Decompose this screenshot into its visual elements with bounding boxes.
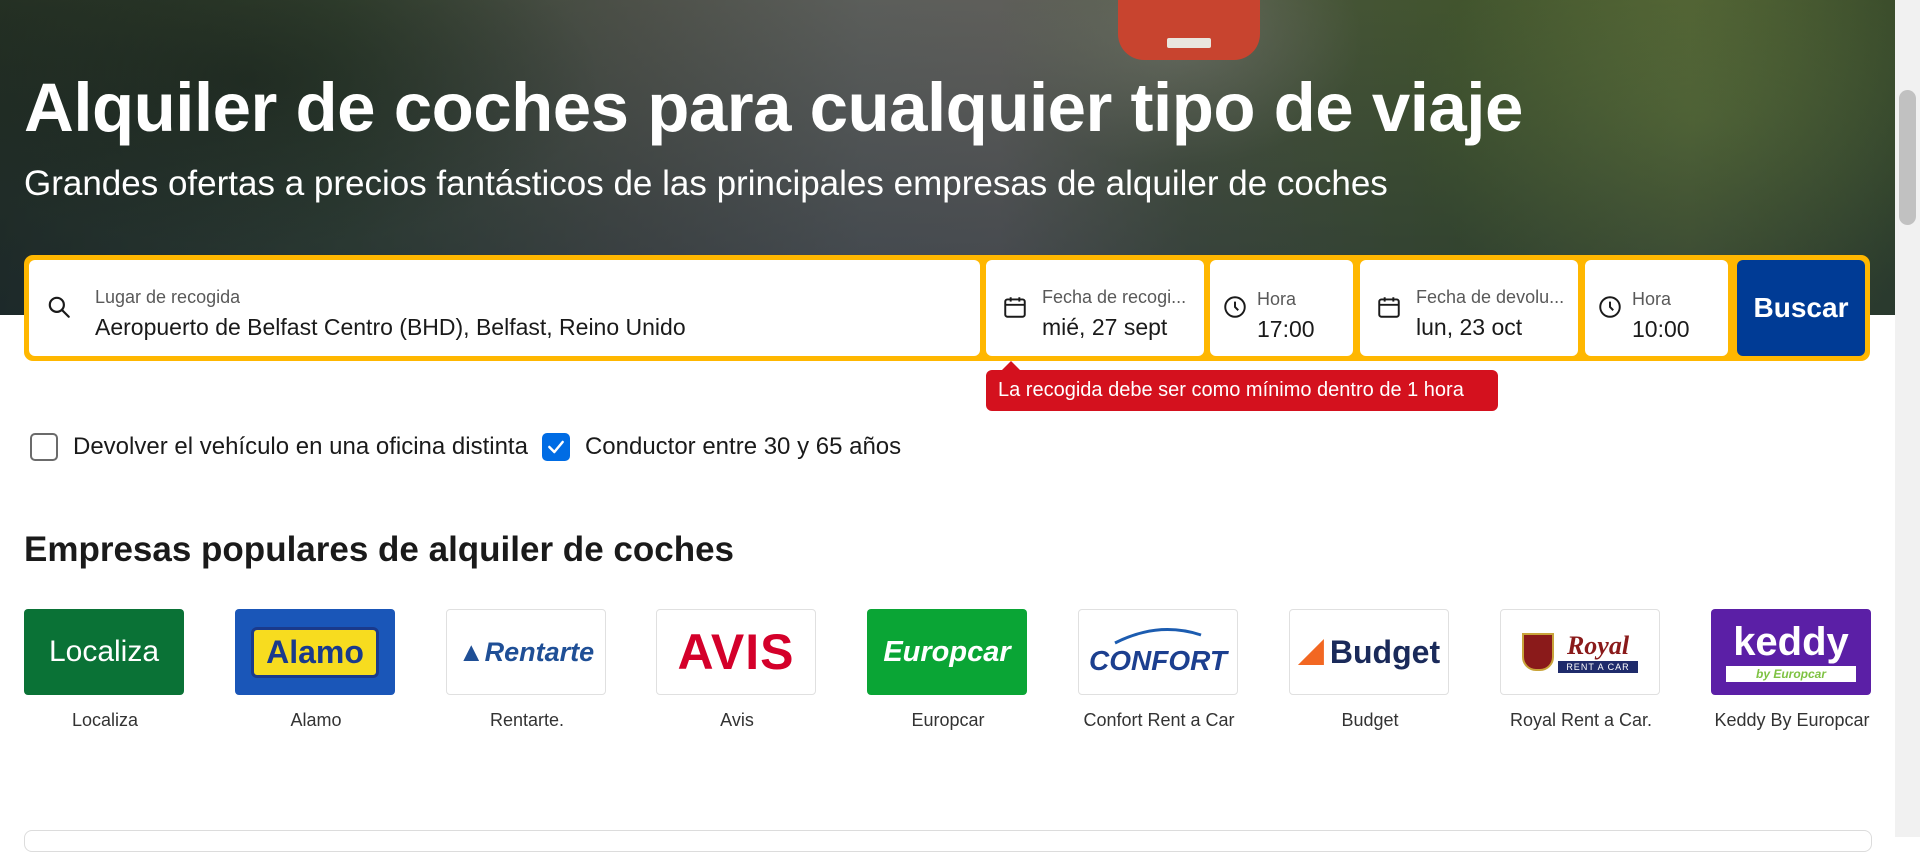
- brand-card-europcar[interactable]: Europcar Europcar: [867, 609, 1029, 731]
- keddy-logo: keddy by Europcar: [1711, 609, 1871, 695]
- checkmark-icon: [548, 440, 564, 454]
- brand-name: Alamo: [290, 710, 342, 730]
- brand-name: Royal Rent a Car.: [1509, 710, 1653, 730]
- search-bar: Lugar de recogida Aeropuerto de Belfast …: [24, 255, 1870, 361]
- driver-age-checkbox[interactable]: [541, 433, 570, 461]
- clock-icon: [1224, 296, 1246, 318]
- brand-name: Localiza: [71, 710, 139, 730]
- page-scrollbar[interactable]: [1895, 0, 1920, 837]
- brand-card-confort[interactable]: CONFORT Confort Rent a Car: [1078, 609, 1240, 731]
- return-time-field[interactable]: Hora 10:00: [1585, 260, 1728, 356]
- pickup-location-label: Lugar de recogida: [95, 287, 241, 307]
- brand-card-localiza[interactable]: Localiza Localiza: [24, 609, 186, 731]
- pickup-time-label: Hora: [1257, 289, 1297, 309]
- brand-name: Avis: [720, 710, 754, 730]
- pickup-date-label: Fecha de recogi...: [1042, 287, 1187, 307]
- pickup-time-field[interactable]: Hora 17:00: [1210, 260, 1353, 356]
- calendar-icon: [1004, 297, 1026, 318]
- avis-logo: AVIS: [656, 609, 816, 695]
- royal-logo: Royal RENT A CAR: [1500, 609, 1660, 695]
- brand-name: Europcar: [911, 710, 985, 730]
- clock-icon: [1599, 296, 1621, 318]
- pickup-time-value[interactable]: 17:00: [1257, 316, 1315, 343]
- return-time-label: Hora: [1632, 289, 1672, 309]
- pickup-date-field[interactable]: Fecha de recogi... mié, 27 sept: [986, 260, 1204, 356]
- confort-swoosh-icon: [1114, 628, 1202, 645]
- return-time-value[interactable]: 10:00: [1632, 316, 1690, 343]
- brand-card-budget[interactable]: Budget Budget: [1289, 609, 1451, 731]
- different-return-checkbox[interactable]: [30, 433, 58, 461]
- pickup-location-field[interactable]: Lugar de recogida Aeropuerto de Belfast …: [29, 260, 980, 356]
- scrollbar-thumb[interactable]: [1899, 90, 1916, 225]
- search-options: Devolver el vehículo en una oficina dist…: [30, 433, 901, 461]
- brand-name: Budget: [1341, 710, 1399, 730]
- page-title: Alquiler de coches para cualquier tipo d…: [24, 69, 1523, 146]
- pickup-error-tooltip: La recogida debe ser como mínimo dentro …: [986, 361, 1498, 411]
- brands-section-title: Empresas populares de alquiler de coches: [24, 530, 734, 569]
- calendar-icon: [1378, 297, 1400, 318]
- pickup-location-value[interactable]: Aeropuerto de Belfast Centro (BHD), Belf…: [95, 314, 686, 341]
- driver-age-label[interactable]: Conductor entre 30 y 65 años: [585, 433, 901, 461]
- confort-logo: CONFORT: [1078, 609, 1238, 695]
- different-return-label[interactable]: Devolver el vehículo en una oficina dist…: [73, 433, 528, 461]
- localiza-logo: Localiza: [24, 609, 184, 695]
- budget-logo: Budget: [1289, 609, 1449, 695]
- pickup-date-value[interactable]: mié, 27 sept: [1042, 314, 1167, 341]
- brand-card-keddy[interactable]: keddy by Europcar Keddy By Europcar: [1711, 609, 1873, 731]
- return-date-value[interactable]: lun, 23 oct: [1416, 314, 1522, 341]
- alamo-logo: Alamo: [235, 609, 395, 695]
- brand-name: Keddy By Europcar: [1714, 710, 1870, 730]
- rentarte-logo: ▲Rentarte: [446, 609, 606, 695]
- brand-card-alamo[interactable]: Alamo Alamo: [235, 609, 397, 731]
- return-date-field[interactable]: Fecha de devolu... lun, 23 oct: [1360, 260, 1578, 356]
- budget-mark-icon: [1297, 639, 1324, 665]
- brand-card-royal[interactable]: Royal RENT A CAR Royal Rent a Car.: [1500, 609, 1662, 731]
- return-date-label: Fecha de devolu...: [1416, 287, 1565, 307]
- search-icon: [48, 296, 70, 318]
- page-subtitle: Grandes ofertas a precios fantásticos de…: [24, 164, 1388, 203]
- europcar-logo: Europcar: [867, 609, 1027, 695]
- royal-shield-icon: [1522, 633, 1555, 671]
- brand-name: Confort Rent a Car: [1083, 710, 1235, 730]
- brand-card-avis[interactable]: AVIS Avis: [656, 609, 818, 731]
- brand-name: Rentarte.: [489, 710, 565, 730]
- next-section-card: [24, 830, 1872, 852]
- search-button[interactable]: Buscar: [1737, 260, 1865, 356]
- brand-card-rentarte[interactable]: ▲Rentarte Rentarte.: [446, 609, 608, 731]
- hero-car-image: [1118, 0, 1260, 60]
